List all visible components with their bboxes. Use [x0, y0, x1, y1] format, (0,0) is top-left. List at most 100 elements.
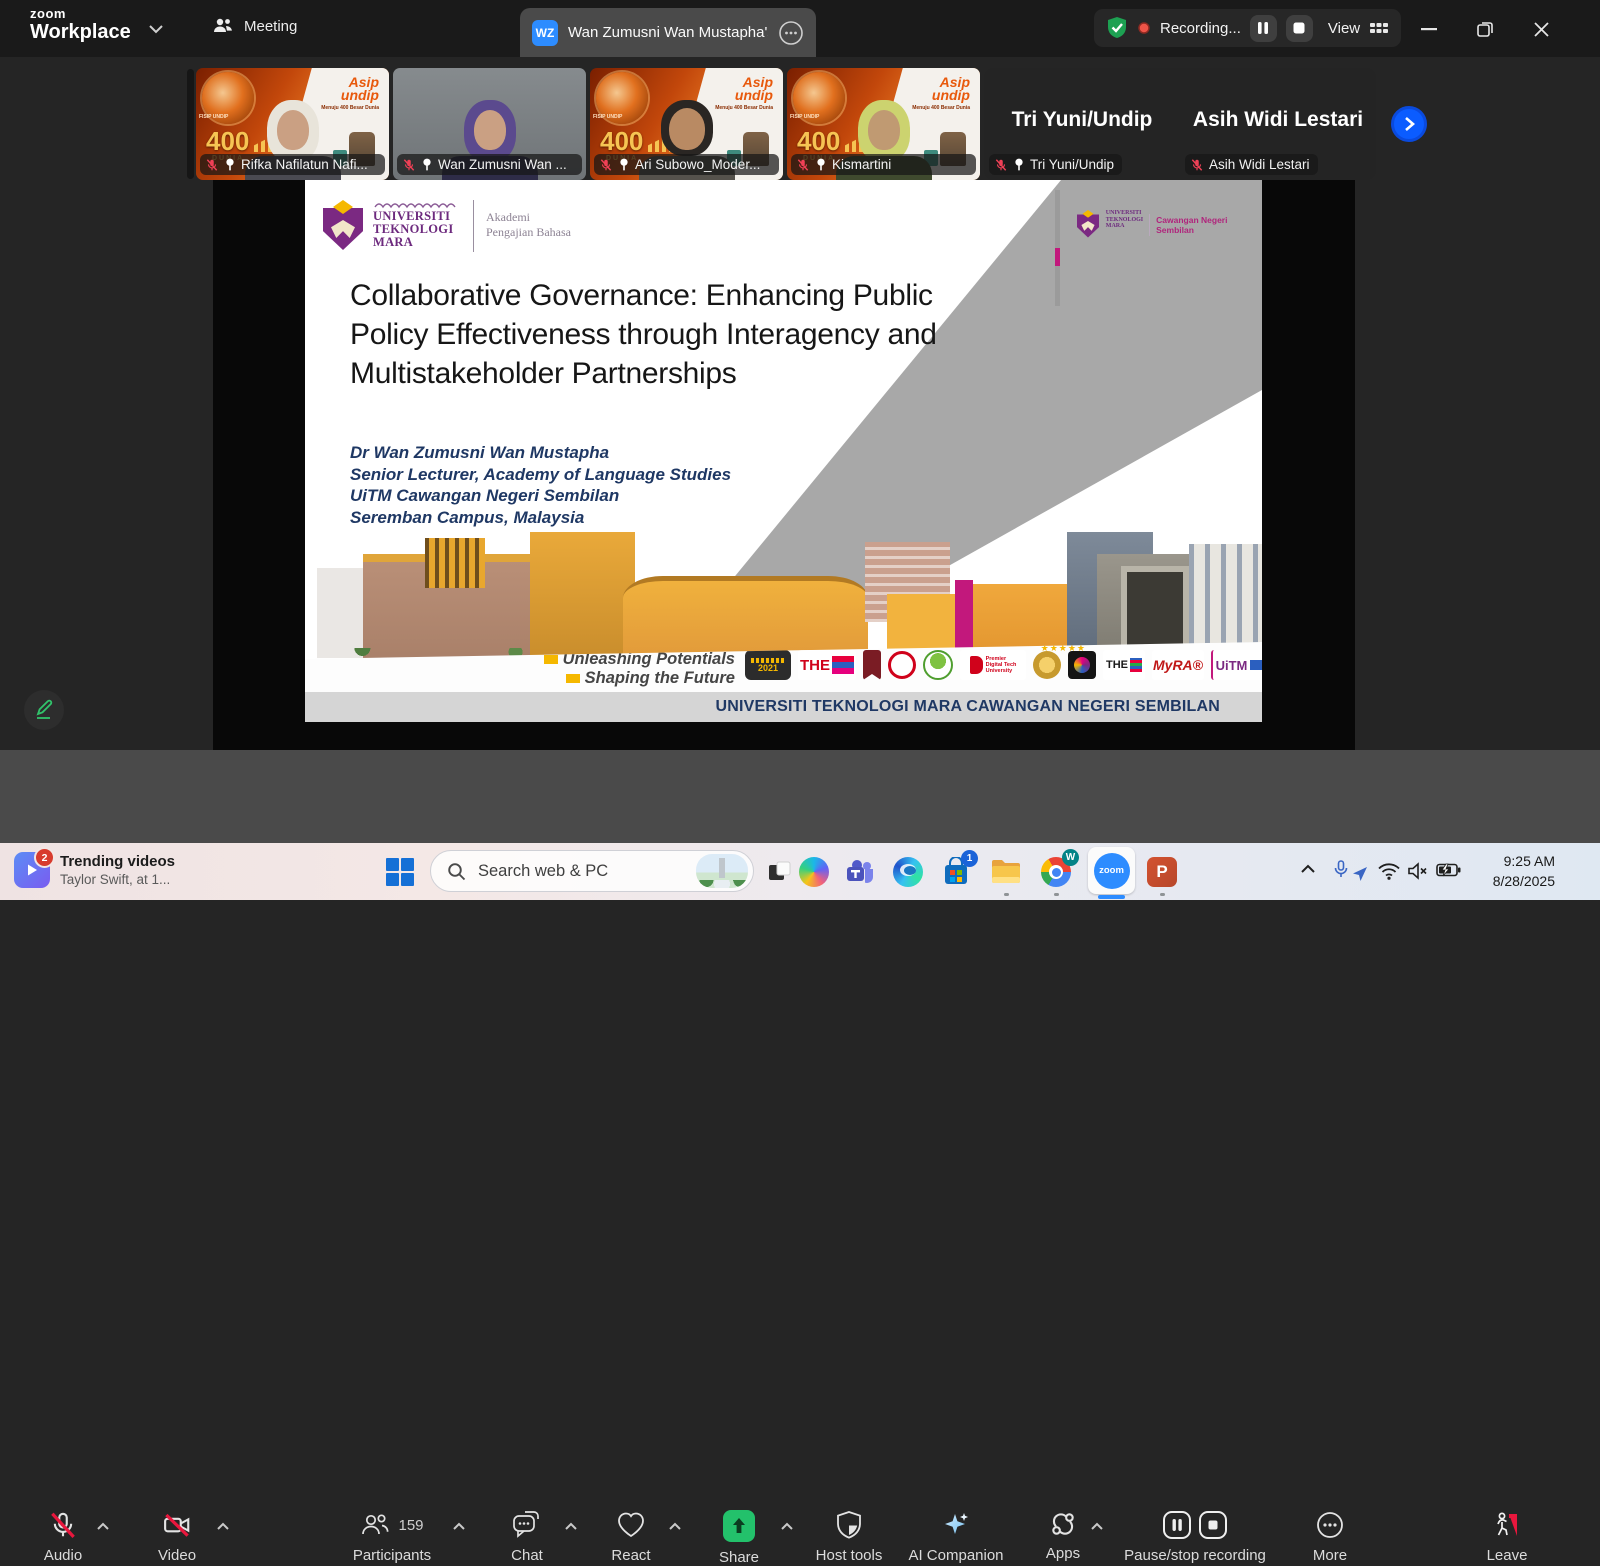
widget-notification-badge: 2 [34, 847, 55, 868]
apps-button[interactable]: Apps [993, 1510, 1133, 1562]
video-tile-rifka[interactable]: FISIP UNDIP Asipundip Menuju 400 Besar D… [196, 68, 389, 180]
trending-videos-icon: 2 [14, 852, 50, 888]
slide-campus-banner: UNIVERSITI TEKNOLOGI MARA CAWANGAN NEGER… [305, 692, 1262, 722]
pin-icon [224, 158, 236, 171]
pause-stop-recording-button[interactable]: Pause/stop recording [1125, 1510, 1265, 1564]
file-explorer-button[interactable] [988, 854, 1024, 890]
tab-more-icon[interactable] [778, 20, 804, 46]
tray-time: 9:25 AM [1455, 851, 1555, 871]
widgets-button[interactable]: 2 Trending videos Taylor Swift, at 1... [14, 852, 175, 888]
shared-screen-area: UNIVERSITI TEKNOLOGI MARA Akademi Pengaj… [213, 180, 1355, 750]
search-placeholder: Search web & PC [478, 862, 684, 881]
search-highlight-image[interactable] [696, 854, 748, 888]
host-tools-shield-icon [835, 1510, 863, 1540]
task-view-button[interactable] [762, 854, 798, 890]
powerpoint-running-dot [1160, 893, 1165, 896]
video-tile-kismartini[interactable]: FISIP UNDIP Asipundip Menuju 400 Besar D… [787, 68, 980, 180]
tray-chevron-up-icon[interactable] [1300, 864, 1316, 874]
zoom-app-button[interactable]: zoom [1088, 847, 1135, 894]
apps-icon [1049, 1510, 1077, 1538]
next-participants-page-button[interactable] [1391, 106, 1427, 142]
file-explorer-icon [990, 858, 1022, 886]
tray-location-icon[interactable] [1352, 866, 1368, 882]
pin-icon [618, 158, 630, 171]
tab-meeting[interactable]: Meeting [212, 17, 297, 35]
video-button[interactable]: Video [107, 1510, 247, 1564]
window-close-button[interactable] [1520, 15, 1562, 43]
pause-recording-button[interactable] [1250, 15, 1277, 42]
tab-screen-share[interactable]: WZ Wan Zumusni Wan Mustapha's sc [520, 8, 816, 57]
muted-mic-icon [599, 158, 613, 172]
uitm-campus-logo: UNIVERSITI TEKNOLOGI MARA Cawangan Neger… [1077, 210, 1262, 240]
the-awards-logo: THE [1103, 650, 1145, 680]
participant-name-label: Rifka Nafilatun Nafi... [200, 154, 385, 175]
view-button[interactable]: View [1328, 20, 1360, 37]
zoom-app-icon: zoom [1094, 853, 1130, 889]
annotation-tool-button[interactable] [24, 690, 64, 730]
teams-icon [845, 857, 875, 887]
campus-buildings-collage [305, 532, 1262, 662]
window-minimize-button[interactable] [1408, 15, 1450, 43]
myra-logo: ★★★★★ MyRA® [1152, 650, 1204, 680]
tray-wifi-icon[interactable] [1378, 863, 1400, 880]
presenter-details: Dr Wan Zumusni Wan Mustapha Senior Lectu… [350, 442, 731, 528]
video-tile-wan-zumusni[interactable]: Wan Zumusni Wan ... [393, 68, 586, 180]
windows-taskbar: 2 Trending videos Taylor Swift, at 1... … [0, 843, 1600, 900]
participants-icon [360, 1512, 390, 1538]
participants-button[interactable]: 159 Participants [322, 1510, 462, 1564]
search-input[interactable]: Search web & PC [430, 850, 754, 892]
widget-subtitle: Taylor Swift, at 1... [60, 871, 175, 888]
copilot-button[interactable] [796, 854, 832, 890]
video-tile-asih-widi[interactable]: Asih Widi Lestari Asih Widi Lestari [1180, 68, 1376, 180]
chrome-tab-badge: W [1062, 849, 1079, 866]
store-button[interactable]: 1 [938, 854, 974, 890]
more-button[interactable]: More [1260, 1510, 1400, 1564]
workspace-chevron-down-icon[interactable] [148, 24, 164, 34]
window-restore-button[interactable] [1464, 15, 1506, 43]
camera-muted-icon [162, 1510, 192, 1540]
powerpoint-icon: P [1147, 857, 1177, 887]
share-screen-icon [723, 1510, 755, 1542]
teams-button[interactable] [842, 854, 878, 890]
apps-options-chevron[interactable] [1090, 1522, 1104, 1531]
audio-only-tiles-panel: Tri Yuni/Undip Tri Yuni/Undip Asih Widi … [984, 68, 1376, 180]
uitm-wordmark-logo: UiTM [1211, 650, 1262, 680]
more-ellipsis-icon [1315, 1510, 1345, 1540]
tray-volume-muted-icon[interactable] [1408, 862, 1428, 880]
edge-button[interactable] [890, 854, 926, 890]
widget-title: Trending videos [60, 853, 175, 871]
video-tile-ari-subowo[interactable]: FISIP UNDIP Asipundip Menuju 400 Besar D… [590, 68, 783, 180]
recording-status: Recording... [1160, 20, 1241, 37]
mic-muted-icon [48, 1510, 78, 1540]
chevron-right-icon [1403, 116, 1415, 132]
tab-title: Wan Zumusni Wan Mustapha's sc [568, 24, 768, 41]
qs-ranking-badge: 2021 [745, 650, 791, 680]
video-tile-tri-yuni[interactable]: Tri Yuni/Undip Tri Yuni/Undip [984, 68, 1180, 180]
participant-name-label: Asih Widi Lestari [1185, 154, 1318, 175]
meeting-tab-label: Meeting [244, 18, 297, 35]
video-options-chevron[interactable] [216, 1522, 230, 1531]
zoom-workplace-logo: zoom Workplace [30, 7, 131, 42]
start-button[interactable] [382, 854, 418, 890]
stop-recording-button[interactable] [1286, 15, 1313, 42]
stop-recording-icon [1198, 1510, 1228, 1540]
pin-icon [815, 158, 827, 171]
tray-mic-icon[interactable] [1334, 860, 1348, 880]
chrome-button[interactable]: W [1038, 854, 1074, 890]
store-badge: 1 [961, 850, 978, 867]
leave-button[interactable]: Leave [1437, 1510, 1577, 1564]
tray-clock[interactable]: 9:25 AM 8/28/2025 [1455, 851, 1555, 891]
chrome-running-dot [1054, 893, 1059, 896]
view-grid-icon[interactable] [1369, 20, 1389, 36]
ribbon-badge [863, 650, 881, 680]
muted-mic-icon [402, 158, 416, 172]
avatar: WZ [532, 20, 558, 46]
participant-name-label: Wan Zumusni Wan ... [397, 154, 582, 175]
pin-icon [421, 158, 433, 171]
muted-mic-icon [994, 158, 1008, 172]
participant-name-label: Tri Yuni/Undip [989, 154, 1122, 175]
leave-meeting-icon [1492, 1510, 1522, 1540]
powerpoint-button[interactable]: P [1144, 854, 1180, 890]
security-shield-icon[interactable] [1106, 16, 1128, 40]
uitm-tagline: Unleashing Potentials Shaping the Future [455, 650, 735, 688]
